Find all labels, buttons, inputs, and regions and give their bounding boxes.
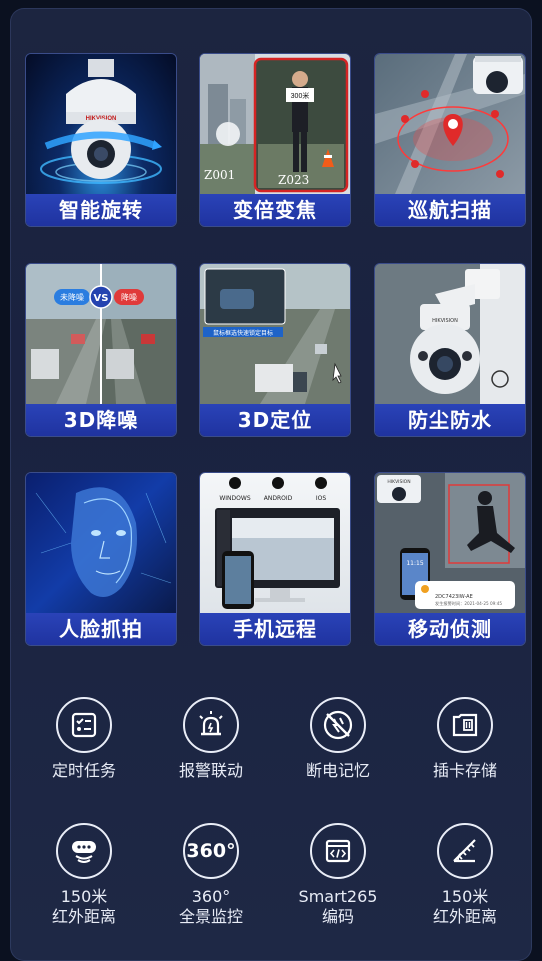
tile-caption: 移动侦测 <box>375 613 525 645</box>
tile-caption: 人脸抓拍 <box>26 613 176 645</box>
os-android-label: ANDROID <box>264 495 293 502</box>
ptz-camera-rotation-image: HIKVISION <box>26 54 176 194</box>
feature-card-storage: 插卡存储 <box>410 697 520 781</box>
tile-caption: 3D降噪 <box>26 404 176 436</box>
locate-hint-text: 鼠标框选快速锁定目标 <box>213 329 273 337</box>
alert-device: 2DC7423IW-AE <box>435 594 473 600</box>
feature-icon-circle <box>56 697 112 753</box>
alert-time: 发生报警时间：2021-04-25 09:45 <box>435 600 502 607</box>
feature-label: Smart265 编码 <box>298 887 378 926</box>
feature-label: 报警联动 <box>178 761 243 780</box>
tile-caption: 智能旋转 <box>26 194 176 226</box>
feature-smart265: Smart265 编码 <box>283 823 393 927</box>
feature-icon-circle <box>183 697 239 753</box>
noise-before-label: 未降噪 <box>60 292 84 302</box>
vs-label: VS <box>94 293 109 304</box>
tile-dust-waterproof: HIKVISION 防尘防水 <box>374 263 526 437</box>
feature-label: 150米 红外距离 <box>51 887 116 926</box>
zoom-comparison-image: 300米 Z001 Z023 <box>200 54 350 194</box>
alarm-light-icon <box>199 711 223 736</box>
tile-mobile-remote: WINDOWS ANDROID IOS 手机远程 <box>199 472 351 646</box>
feature-scheduled-task: 定时任务 <box>29 697 139 781</box>
noise-after-label: 降噪 <box>121 292 137 302</box>
feature-label: 插卡存储 <box>432 761 497 780</box>
zoom-sign-text: 300米 <box>291 91 310 100</box>
feature-label: 定时任务 <box>51 761 116 780</box>
tile-caption: 3D定位 <box>200 404 350 436</box>
os-ios-label: IOS <box>316 495 326 502</box>
tile-3d-positioning: 鼠标框选快速锁定目标 3D定位 <box>199 263 351 437</box>
tile-zoom: 300米 Z001 Z023 变倍变焦 <box>199 53 351 227</box>
face-capture-image <box>26 473 176 613</box>
feature-360-panorama: 360° 360° 全景监控 <box>156 823 266 927</box>
tile-caption: 变倍变焦 <box>200 194 350 226</box>
feature-power-memory: 断电记忆 <box>283 697 393 781</box>
infrared-camera-icon <box>72 841 96 863</box>
sd-card-icon <box>452 713 478 737</box>
code-window-icon <box>325 839 351 863</box>
tile-patrol-scan: 巡航扫描 <box>374 53 526 227</box>
feature-infrared-range: 150米 红外距离 <box>410 823 520 927</box>
feature-icon-circle: 360° <box>183 823 239 879</box>
feature-infrared-150m: 150米 红外距离 <box>29 823 139 927</box>
feature-icon-circle <box>310 823 366 879</box>
feature-label: 断电记忆 <box>305 761 370 780</box>
feature-icon-circle <box>56 823 112 879</box>
feature-icon-circle <box>437 697 493 753</box>
highway-positioning-image: 鼠标框选快速锁定目标 <box>200 264 350 404</box>
z023-label: Z023 <box>278 173 309 187</box>
tile-face-capture: 人脸抓拍 <box>25 472 177 646</box>
feature-label: 150米 红外距离 <box>432 887 497 926</box>
noise-reduction-image: 未降噪 VS 降噪 <box>26 264 176 404</box>
checklist-icon <box>71 712 97 738</box>
tile-caption: 巡航扫描 <box>375 194 525 226</box>
panorama-360-icon: 360° <box>186 840 236 862</box>
motion-detection-image: HIKVISION 11:15 2DC7423IW-AE 发生报警时间：2021… <box>375 473 525 613</box>
patrol-map-image <box>375 54 525 194</box>
brand-logo: HIKVISION <box>387 479 410 485</box>
feature-alarm-linkage: 报警联动 <box>156 697 266 781</box>
feature-label: 360° 全景监控 <box>178 887 243 926</box>
z001-label: Z001 <box>204 168 235 182</box>
mobile-remote-image: WINDOWS ANDROID IOS <box>200 473 350 613</box>
power-memory-icon <box>323 710 353 740</box>
phone-time: 11:15 <box>406 560 423 567</box>
tile-smart-rotation: HIKVISION 智能旋转 <box>25 53 177 227</box>
os-windows-label: WINDOWS <box>219 495 250 502</box>
tile-3d-noise-reduction: 未降噪 VS 降噪 3D降噪 <box>25 263 177 437</box>
waterproof-camera-image: HIKVISION <box>375 264 525 404</box>
tile-caption: 防尘防水 <box>375 404 525 436</box>
brand-logo: HIKVISION <box>432 318 458 324</box>
tile-motion-detection: HIKVISION 11:15 2DC7423IW-AE 发生报警时间：2021… <box>374 472 526 646</box>
infrared-range-icon <box>453 839 476 863</box>
feature-icon-circle <box>310 697 366 753</box>
tile-caption: 手机远程 <box>200 613 350 645</box>
feature-icon-circle <box>437 823 493 879</box>
